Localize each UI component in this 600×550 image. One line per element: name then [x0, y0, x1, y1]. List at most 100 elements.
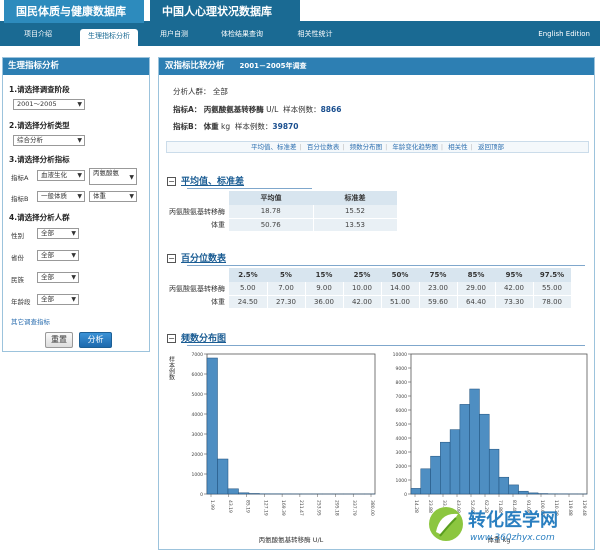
histogram-bar — [440, 441, 451, 495]
y-tick-label: 4000 — [396, 436, 408, 442]
row-label: 体重 — [169, 218, 229, 231]
stage-select[interactable]: 2001～2005 ▼ — [13, 99, 85, 110]
province-select[interactable]: 全部 ▼ — [37, 250, 79, 261]
x-tick-label: 169.39 — [280, 500, 286, 516]
percentile-col-header: 2.5% — [229, 268, 267, 282]
frequency-section-title[interactable]: − 频数分布图 — [167, 331, 226, 344]
y-tick-label: 3000 — [192, 432, 204, 438]
chevron-down-icon: ▼ — [129, 193, 134, 200]
sidebar-title: 生理指标分析 — [3, 58, 149, 75]
collapse-icon[interactable]: − — [167, 177, 176, 186]
indicator-b-count: 39870 — [272, 122, 299, 131]
collapse-icon[interactable]: − — [167, 254, 176, 263]
table-row: 丙氨酸氨基转移酶 18.78 15.52 — [169, 205, 398, 219]
mean-sd-section-title[interactable]: − 平均值、标准差 — [167, 174, 244, 187]
section-divider — [187, 188, 312, 189]
y-tick-label: 6000 — [396, 408, 408, 414]
link-mean-sd[interactable]: 平均值、标准差 — [251, 143, 297, 151]
y-tick-label: 0 — [404, 492, 407, 498]
chevron-down-icon: ▼ — [77, 101, 82, 108]
table-cell: 7.00 — [267, 282, 306, 296]
mean-sd-title-text: 平均值、标准差 — [181, 177, 245, 187]
collapse-icon[interactable]: − — [167, 334, 176, 343]
nav-self-test[interactable]: 用户自测 — [152, 27, 196, 42]
comparison-panel: 双指标比较分析 2001－2005年调查 分析人群： 全部 指标A： 丙氨酸氨基… — [158, 57, 595, 550]
population-label: 分析人群： — [173, 87, 211, 96]
reset-button[interactable]: 重置 — [45, 332, 73, 348]
x-tick-label: 295.18 — [333, 500, 339, 516]
indicator-b-item-select[interactable]: 体重 ▼ — [89, 191, 137, 202]
chevron-down-icon: ▼ — [77, 137, 82, 144]
nav-project-intro[interactable]: 项目介绍 — [18, 27, 58, 42]
table-cell: 42.00 — [495, 282, 534, 296]
chevron-down-icon: ▼ — [71, 230, 76, 237]
nav-exam-results[interactable]: 体检结果查询 — [212, 27, 272, 42]
row-label: 体重 — [169, 295, 229, 308]
indicator-a-item-value: 丙氨酸氨 — [93, 169, 119, 177]
step4-label: 4.请选择分析人群 — [9, 213, 70, 222]
link-frequency[interactable]: 频数分布图 — [350, 143, 383, 151]
table-cell: 24.50 — [229, 295, 268, 309]
link-back-top[interactable]: 返回顶部 — [478, 143, 504, 151]
ethnic-select[interactable]: 全部 ▼ — [37, 272, 79, 283]
histogram-bar — [238, 492, 250, 495]
histogram-bar — [430, 455, 441, 495]
y-tick-label: 8000 — [396, 380, 408, 386]
indicator-a-category-select[interactable]: 血液生化 ▼ — [37, 170, 85, 181]
agegroup-select[interactable]: 全部 ▼ — [37, 294, 79, 305]
province-select-value: 全部 — [41, 251, 54, 259]
histogram-bar — [479, 413, 490, 495]
y-tick-label: 2000 — [396, 464, 408, 470]
link-percentile[interactable]: 百分位数表 — [307, 143, 340, 151]
indicator-a-count: 8866 — [320, 105, 342, 114]
leaf-logo-icon — [429, 507, 463, 541]
y-tick-label: 2000 — [192, 452, 204, 458]
alt-frequency-chart: 0 1000 2000 3000 4000 5000 6000 7000 1.99 43.19 85… — [168, 352, 376, 544]
nav-correlation[interactable]: 相关性统计 — [290, 27, 340, 42]
percentile-section-title[interactable]: − 百分位数表 — [167, 251, 226, 264]
frequency-title-text: 频数分布图 — [181, 334, 227, 344]
y-tick-label: 3000 — [396, 450, 408, 456]
link-age-trend[interactable]: 年龄变化趋势图 — [392, 143, 438, 151]
section-divider — [187, 265, 585, 266]
stage-select-value: 2001～2005 — [17, 100, 57, 108]
histogram-bar — [528, 492, 539, 495]
quick-links-bar: 平均值、标准差 | 百分位数表 | 频数分布图 | 年龄变化趋势图 | 相关性 | 返回顶… — [166, 141, 589, 153]
nav-physio-analysis[interactable]: 生理指标分析 — [80, 29, 138, 46]
link-correlation[interactable]: 相关性 — [448, 143, 468, 151]
indicator-b-category-select[interactable]: 一般体质 ▼ — [37, 191, 85, 202]
province-label: 省份 — [11, 254, 24, 262]
table-cell: 23.00 — [419, 282, 458, 296]
indicator-a-unit: U/L — [266, 105, 279, 114]
agegroup-label: 年龄段 — [11, 298, 31, 306]
y-tick-label: 0 — [200, 492, 203, 498]
gender-select[interactable]: 全部 ▼ — [37, 228, 79, 239]
tab-national-health-db[interactable]: 国民体质与健康数据库 — [4, 0, 144, 23]
col-mean-header: 平均值 — [229, 191, 313, 205]
chevron-down-icon: ▼ — [129, 174, 134, 181]
histogram-bar — [217, 458, 229, 495]
table-cell: 42.00 — [343, 295, 382, 309]
english-edition-link[interactable]: English Edition — [538, 27, 590, 42]
indicator-a-name: 丙氨酸氨基转移酶 — [203, 105, 264, 114]
table-cell: 18.78 — [229, 205, 314, 219]
table-row: 体重 24.50 27.30 36.00 42.00 51.00 59.60 64.40 73… — [169, 295, 572, 309]
y-axis-label: 样本例数 — [168, 355, 175, 381]
table-cell: 27.30 — [267, 295, 306, 309]
gender-label: 性别 — [11, 232, 24, 240]
chevron-down-icon: ▼ — [71, 252, 76, 259]
indicator-b-unit: kg — [221, 122, 231, 131]
tab-psychology-db[interactable]: 中国人心理状况数据库 — [150, 0, 300, 23]
chevron-down-icon: ▼ — [77, 172, 82, 179]
histogram-bar — [410, 488, 422, 495]
indicator-a-label: 指标A — [11, 174, 29, 182]
table-row: 体重 50.76 13.53 — [169, 218, 398, 232]
indicator-a-item-select[interactable]: 丙氨酸氨 ▼ — [89, 168, 137, 185]
indicator-a-info-label: 指标A： — [173, 105, 202, 114]
type-select[interactable]: 综合分析 ▼ — [13, 135, 85, 146]
y-tick-label: 5000 — [396, 422, 408, 428]
table-cell: 15.52 — [313, 205, 398, 219]
analyze-button[interactable]: 分析 — [79, 332, 112, 348]
percentile-col-header: 5% — [267, 268, 305, 282]
other-indicators-link[interactable]: 其它调查指标 — [11, 316, 50, 326]
